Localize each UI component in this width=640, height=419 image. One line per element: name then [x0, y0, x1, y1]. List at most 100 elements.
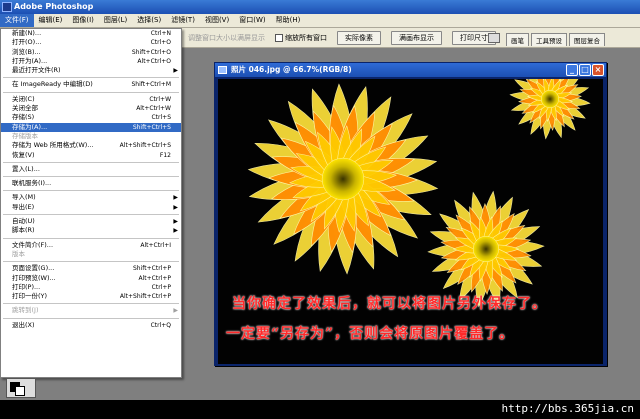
menu-6[interactable]: 视图(V)	[200, 14, 234, 27]
palette-tab-2[interactable]: 图层复合	[569, 33, 605, 46]
file-menu-item-label: 打印(P)...	[12, 282, 41, 291]
file-menu-item[interactable]: 在 ImageReady 中编辑(D) Shift+Ctrl+M	[1, 80, 181, 89]
file-menu-item[interactable]: 自动(U) ▶	[1, 217, 181, 226]
menu-2[interactable]: 图像(I)	[67, 14, 99, 27]
menu-separator	[3, 214, 179, 216]
file-menu-item[interactable]: 存储为(A)... Shift+Ctrl+S	[1, 122, 181, 132]
minimize-button[interactable]: _	[566, 64, 578, 76]
file-menu-item[interactable]: 导入(M) ▶	[1, 193, 181, 202]
submenu-arrow-icon: ▶	[173, 227, 178, 235]
bottom-strip: http://bbs.365jia.cn	[0, 400, 640, 419]
file-menu-item-label: 打印预览(W)...	[12, 273, 56, 282]
file-menu-item-shortcut: Alt+Shift+Ctrl+S	[119, 142, 171, 150]
document-window[interactable]: 照片 046.jpg @ 66.7%(RGB/8) _ □ × 当你确定了效果后…	[214, 62, 607, 366]
submenu-arrow-icon: ▶	[173, 194, 178, 202]
background-color-swatch[interactable]	[15, 386, 25, 396]
file-menu-item[interactable]: 导出(E) ▶	[1, 203, 181, 212]
file-menu-item-shortcut: Alt+Ctrl+O	[137, 57, 171, 65]
file-menu-item-label: 版本	[12, 249, 25, 258]
file-menu-item-label: 自动(U)	[12, 217, 35, 226]
zoom-all-windows-checkbox[interactable]: 缩放所有窗口	[275, 33, 327, 43]
file-menu-item[interactable]: 置入(L)...	[1, 165, 181, 174]
actual-pixels-button[interactable]: 实际像素	[337, 30, 381, 45]
file-menu-item-label: 文件简介(F)...	[12, 240, 54, 249]
menu-1[interactable]: 编辑(E)	[34, 14, 68, 27]
zoom-all-windows-label: 缩放所有窗口	[285, 33, 327, 42]
file-menu-item-label: 打开(O)...	[12, 38, 42, 47]
file-menu-item[interactable]: 打开为(A)... Alt+Ctrl+O	[1, 57, 181, 66]
file-menu-item-shortcut: Alt+Shift+Ctrl+P	[119, 293, 171, 301]
file-menu-item-label: 页面设置(G)...	[12, 264, 55, 273]
fit-screen-button[interactable]: 满画布显示	[391, 30, 442, 45]
menu-7[interactable]: 窗口(W)	[234, 14, 270, 27]
file-menu-dropdown: 新建(N)... Ctrl+N 打开(O)... Ctrl+O 浏览(B)... Shif…	[0, 28, 182, 378]
caption-line-1: 当你确定了效果后，就可以将图片另外保存了。	[232, 296, 547, 312]
image-canvas[interactable]: 当你确定了效果后，就可以将图片另外保存了。 一定要“另存为”，否则会将原图片覆盖…	[218, 79, 603, 364]
caption-line-2: 一定要“另存为”，否则会将原图片覆盖了。	[226, 326, 515, 342]
file-menu-item-shortcut: Alt+Ctrl+W	[136, 105, 171, 113]
palette-well: 画笔 工具预设 图层复合	[488, 33, 605, 46]
maximize-button[interactable]: □	[579, 64, 591, 76]
document-title-bar[interactable]: 照片 046.jpg @ 66.7%(RGB/8) _ □ ×	[215, 63, 606, 77]
file-menu-item-shortcut: Ctrl+Q	[150, 321, 171, 329]
color-swatches[interactable]	[6, 378, 36, 398]
file-menu-item[interactable]: 脚本(R) ▶	[1, 226, 181, 235]
file-menu-item-label: 恢复(V)	[12, 150, 35, 159]
file-menu-item-shortcut: Alt+Ctrl+P	[138, 274, 171, 282]
file-menu-item[interactable]: 打印(P)... Ctrl+P	[1, 283, 181, 292]
file-menu-item[interactable]: 存储为 Web 所用格式(W)... Alt+Shift+Ctrl+S	[1, 141, 181, 150]
file-menu-item-label: 打印一份(Y)	[12, 292, 48, 301]
palette-tab-0[interactable]: 画笔	[506, 33, 529, 46]
menu-separator	[3, 77, 179, 79]
file-menu-item[interactable]: 联机服务(I)...	[1, 179, 181, 188]
file-menu-item-label: 置入(L)...	[12, 164, 40, 173]
resize-window-label: 调整窗口大小以满屏显示	[188, 33, 265, 42]
file-menu-item-label: 存储(S)	[12, 113, 35, 122]
file-menu-item[interactable]: 打印一份(Y) Alt+Shift+Ctrl+P	[1, 292, 181, 301]
palette-tab-1[interactable]: 工具预设	[531, 33, 567, 46]
menu-separator	[3, 91, 179, 93]
file-menu-item[interactable]: 文件简介(F)... Alt+Ctrl+I	[1, 241, 181, 250]
menu-separator	[3, 303, 179, 305]
file-menu-item-shortcut: Ctrl+S	[151, 114, 171, 122]
file-menu-item-shortcut: Ctrl+O	[150, 39, 171, 47]
palette-dock-icon[interactable]	[488, 33, 500, 43]
file-menu-item[interactable]: 新建(N)... Ctrl+N	[1, 29, 181, 38]
submenu-arrow-icon: ▶	[173, 67, 178, 75]
menu-separator	[3, 190, 179, 192]
menu-bar: 文件(F) 编辑(E) 图像(I) 图层(L) 选择(S) 滤镜(T) 视图(V) 窗口(W)…	[0, 14, 640, 28]
file-menu-item[interactable]: 页面设置(G)... Shift+Ctrl+P	[1, 264, 181, 273]
file-menu-item-shortcut: Shift+Ctrl+S	[132, 123, 171, 131]
file-menu-item[interactable]: 关闭全部 Alt+Ctrl+W	[1, 104, 181, 113]
file-menu-item-label: 联机服务(I)...	[12, 179, 52, 188]
submenu-arrow-icon: ▶	[173, 218, 178, 226]
file-menu-item-label: 存储为(A)...	[12, 122, 48, 131]
document-icon	[218, 66, 227, 74]
menu-separator	[3, 317, 179, 319]
file-menu-item[interactable]: 浏览(B)... Shift+Ctrl+O	[1, 48, 181, 57]
file-menu-item[interactable]: 打印预览(W)... Alt+Ctrl+P	[1, 274, 181, 283]
file-menu-item-label: 关闭全部	[12, 104, 38, 113]
file-menu-item-shortcut: F12	[159, 151, 171, 159]
file-menu-item[interactable]: 最近打开文件(R) ▶	[1, 66, 181, 75]
file-menu-item[interactable]: 存储(S) Ctrl+S	[1, 113, 181, 122]
photoshop-logo-icon	[2, 2, 12, 12]
checkbox-box[interactable]	[275, 33, 283, 42]
menu-4[interactable]: 选择(S)	[132, 14, 166, 27]
file-menu-item[interactable]: 退出(X) Ctrl+Q	[1, 321, 181, 330]
file-menu-item-label: 在 ImageReady 中编辑(D)	[12, 80, 93, 89]
menu-0[interactable]: 文件(F)	[0, 14, 34, 27]
file-menu-item-label: 导入(M)	[12, 193, 36, 202]
menu-3[interactable]: 图层(L)	[99, 14, 132, 27]
file-menu-item[interactable]: 恢复(V) F12	[1, 151, 181, 160]
document-title: 照片 046.jpg @ 66.7%(RGB/8)	[231, 65, 352, 74]
file-menu-item[interactable]: 关闭(C) Ctrl+W	[1, 95, 181, 104]
submenu-arrow-icon: ▶	[173, 307, 178, 315]
menu-5[interactable]: 滤镜(T)	[166, 14, 200, 27]
file-menu-item-label: 跳转到(J)	[12, 306, 39, 315]
close-button[interactable]: ×	[592, 64, 604, 76]
file-menu-item-label: 打开为(A)...	[12, 56, 48, 65]
file-menu-item-shortcut: Shift+Ctrl+O	[131, 48, 171, 56]
menu-8[interactable]: 帮助(H)	[271, 14, 306, 27]
file-menu-item[interactable]: 打开(O)... Ctrl+O	[1, 38, 181, 47]
